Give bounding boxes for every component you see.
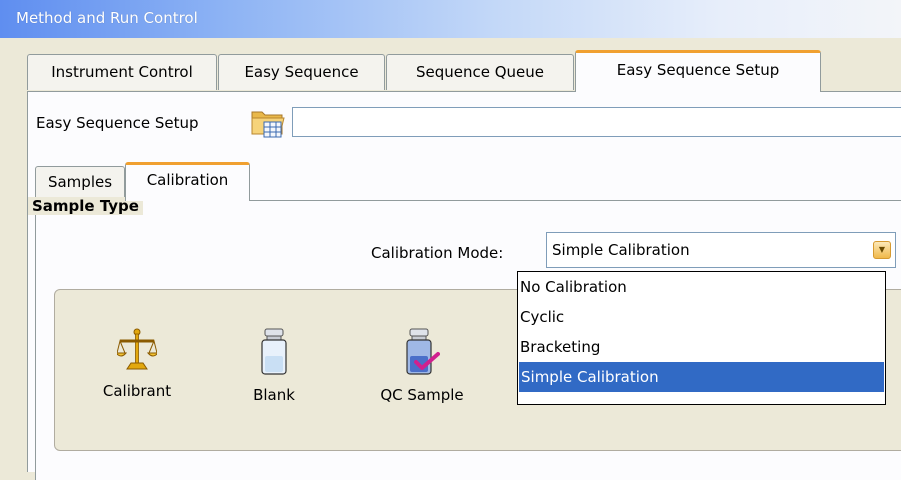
- title-bar: Method and Run Control: [0, 0, 901, 38]
- sample-type-blank[interactable]: Blank: [234, 328, 314, 404]
- option-cyclic[interactable]: Cyclic: [518, 302, 885, 332]
- tab-calibration[interactable]: Calibration: [125, 162, 250, 201]
- tab-easy-sequence-setup[interactable]: Easy Sequence Setup: [575, 50, 821, 92]
- option-bracketing[interactable]: Bracketing: [518, 332, 885, 362]
- window-title: Method and Run Control: [16, 9, 198, 27]
- option-simple-calibration[interactable]: Simple Calibration: [519, 362, 884, 392]
- tab-samples[interactable]: Samples: [35, 166, 125, 200]
- tab-instrument-control[interactable]: Instrument Control: [27, 54, 217, 90]
- calibration-mode-value: Simple Calibration: [552, 241, 690, 259]
- chevron-down-icon[interactable]: ▼: [873, 241, 891, 259]
- calibration-mode-select[interactable]: Simple Calibration ▼: [546, 232, 896, 268]
- calibration-mode-dropdown[interactable]: No Calibration Cyclic Bracketing Simple …: [517, 271, 886, 405]
- open-folder-icon[interactable]: [249, 104, 287, 140]
- tab-label: Easy Sequence: [244, 63, 359, 81]
- vial-icon: [261, 328, 287, 375]
- vial-check-icon: [406, 328, 440, 375]
- easy-sequence-setup-input[interactable]: [292, 107, 901, 137]
- easy-sequence-setup-label: Easy Sequence Setup: [36, 114, 199, 132]
- sample-type-label: QC Sample: [380, 386, 464, 404]
- tab-sequence-queue[interactable]: Sequence Queue: [386, 54, 574, 90]
- calibration-mode-label: Calibration Mode:: [371, 244, 504, 262]
- tab-label: Sequence Queue: [415, 63, 545, 81]
- tab-label: Calibration: [146, 171, 229, 189]
- tab-label: Instrument Control: [51, 63, 193, 81]
- sample-type-calibrant[interactable]: Calibrant: [82, 328, 192, 400]
- tab-label: Easy Sequence Setup: [616, 61, 780, 79]
- option-no-calibration[interactable]: No Calibration: [518, 272, 885, 302]
- balance-scale-icon: [117, 328, 157, 370]
- tab-easy-sequence[interactable]: Easy Sequence: [218, 54, 385, 90]
- sample-type-label: Blank: [253, 386, 295, 404]
- sample-type-label: Calibrant: [102, 382, 172, 400]
- tab-label: Samples: [47, 173, 113, 191]
- sample-type-qc-sample[interactable]: QC Sample: [372, 328, 472, 404]
